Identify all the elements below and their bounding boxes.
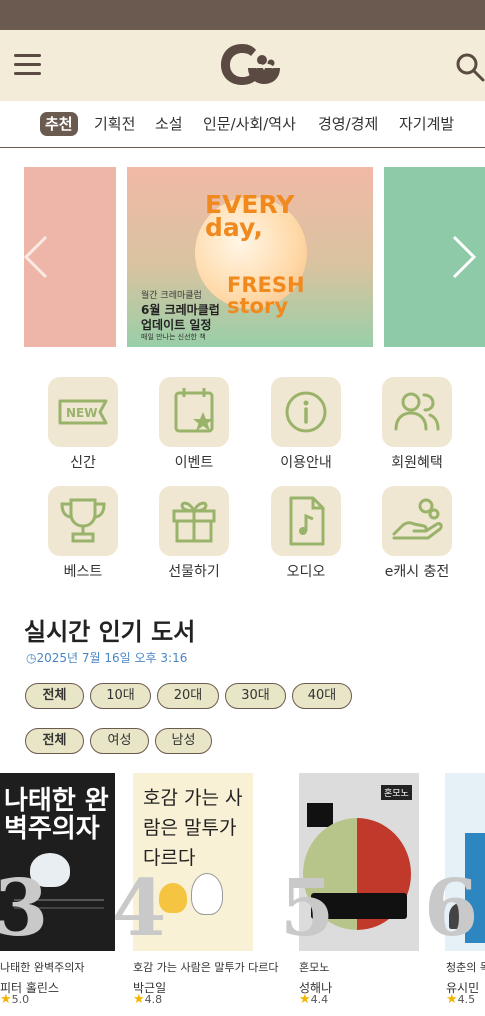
banner-line-2: 업데이트 일정: [141, 318, 212, 332]
category-tabs: 추천 기획전 소설 인문/사회/역사 경영/경제 자기계발: [0, 101, 485, 148]
star-icon: ★: [299, 992, 311, 1007]
section-title: 실시간 인기 도서: [24, 618, 196, 646]
search-icon[interactable]: [455, 52, 485, 82]
star-icon: ★: [0, 992, 12, 1007]
menu-icon[interactable]: [14, 54, 42, 76]
status-bar: [0, 0, 485, 30]
users-icon: [394, 392, 440, 431]
banner-carousel[interactable]: EVERY day, FRESH story 월간 크레마클럽 6월 크레마클럽…: [0, 167, 485, 347]
book-rank: 5: [280, 863, 335, 954]
book-rank: 3: [0, 863, 49, 954]
tab-exhibition[interactable]: 기획전: [88, 112, 141, 136]
tab-business[interactable]: 경영/경제: [312, 112, 384, 136]
book-rating: ★4.4: [299, 992, 329, 1007]
clock-icon: ◷: [26, 651, 37, 665]
menu-label: 신간: [70, 455, 96, 471]
info-icon: [285, 391, 327, 433]
banner-line-3: 매일 만나는 신선한 책: [141, 333, 206, 341]
book-title[interactable]: 나태한 완벽주의자: [0, 959, 84, 975]
menu-label: e캐시 충전: [384, 564, 450, 580]
banner-main-slide[interactable]: EVERY day, FRESH story 월간 크레마클럽 6월 크레마클럽…: [127, 167, 373, 347]
filter-age-all[interactable]: 전체: [25, 683, 84, 709]
chevron-left-icon[interactable]: [22, 235, 52, 279]
star-icon: ★: [446, 992, 458, 1007]
menu-label: 오디오: [286, 564, 326, 580]
menu-label: 선물하기: [168, 564, 220, 580]
menu-ecash[interactable]: e캐시 충전: [372, 486, 462, 581]
menu-new[interactable]: NEW 신간: [38, 377, 128, 472]
book-rank: 4: [112, 863, 167, 954]
tab-humanities[interactable]: 인문/사회/역사: [197, 112, 302, 136]
app-logo[interactable]: [218, 38, 282, 92]
filter-gender-all[interactable]: 전체: [25, 728, 84, 754]
filter-age-20s[interactable]: 20대: [157, 683, 219, 709]
book-rating: ★4.8: [133, 992, 163, 1007]
trophy-icon: [60, 498, 106, 543]
hand-coin-icon: [392, 498, 443, 540]
banner-caption: 월간 크레마클럽: [141, 291, 202, 301]
gift-icon: [172, 501, 216, 543]
book-title[interactable]: 청춘의 독서: [446, 959, 485, 975]
menu-guide[interactable]: 이용안내: [261, 377, 351, 472]
book-title[interactable]: 호감 가는 사람은 말투가 다르다: [133, 959, 279, 975]
menu-benefits[interactable]: 회원혜택: [372, 377, 462, 472]
menu-label: 이용안내: [280, 455, 332, 471]
svg-text:NEW: NEW: [66, 406, 97, 420]
tab-recommend[interactable]: 추천: [40, 112, 78, 136]
book-title[interactable]: 혼모노: [299, 959, 329, 975]
filter-age-40s[interactable]: 40대: [292, 683, 352, 709]
menu-gift[interactable]: 선물하기: [149, 486, 239, 581]
menu-label: 이벤트: [174, 455, 214, 471]
calendar-star-icon: [174, 388, 214, 433]
book-rating: ★5.0: [0, 992, 30, 1007]
tab-self-help[interactable]: 자기계발: [393, 112, 460, 136]
book-cover-art: [191, 873, 223, 915]
book-cover-title: 나태한 완벽주의자: [4, 786, 109, 844]
banner-headline-bottom: FRESH story: [227, 273, 305, 318]
book-rating: ★4.5: [446, 992, 476, 1007]
tab-novel[interactable]: 소설: [149, 112, 189, 136]
filter-gender-male[interactable]: 남성: [155, 728, 212, 754]
banner-headline-top: EVERY day,: [205, 190, 295, 242]
star-icon: ★: [133, 992, 145, 1007]
chevron-right-icon[interactable]: [448, 235, 478, 279]
menu-best[interactable]: 베스트: [38, 486, 128, 581]
menu-audio[interactable]: 오디오: [261, 486, 351, 581]
new-badge-icon: NEW: [58, 399, 108, 425]
app-header: [0, 30, 485, 101]
menu-label: 회원혜택: [391, 455, 443, 471]
book-cover-title: 호감 가는 사람은 말투가 다르다: [143, 787, 243, 869]
filter-gender-female[interactable]: 여성: [90, 728, 149, 754]
book-cover-art: [307, 803, 333, 827]
book-cover-title: 혼모노: [381, 785, 412, 800]
filter-age-30s[interactable]: 30대: [225, 683, 286, 709]
menu-event[interactable]: 이벤트: [149, 377, 239, 472]
menu-label: 베스트: [63, 564, 103, 580]
book-rank: 6: [424, 863, 479, 954]
audio-file-icon: [289, 496, 325, 546]
filter-age-10s[interactable]: 10대: [90, 683, 151, 709]
timestamp: ◷2025년 7월 16일 오후 3:16: [26, 651, 188, 665]
